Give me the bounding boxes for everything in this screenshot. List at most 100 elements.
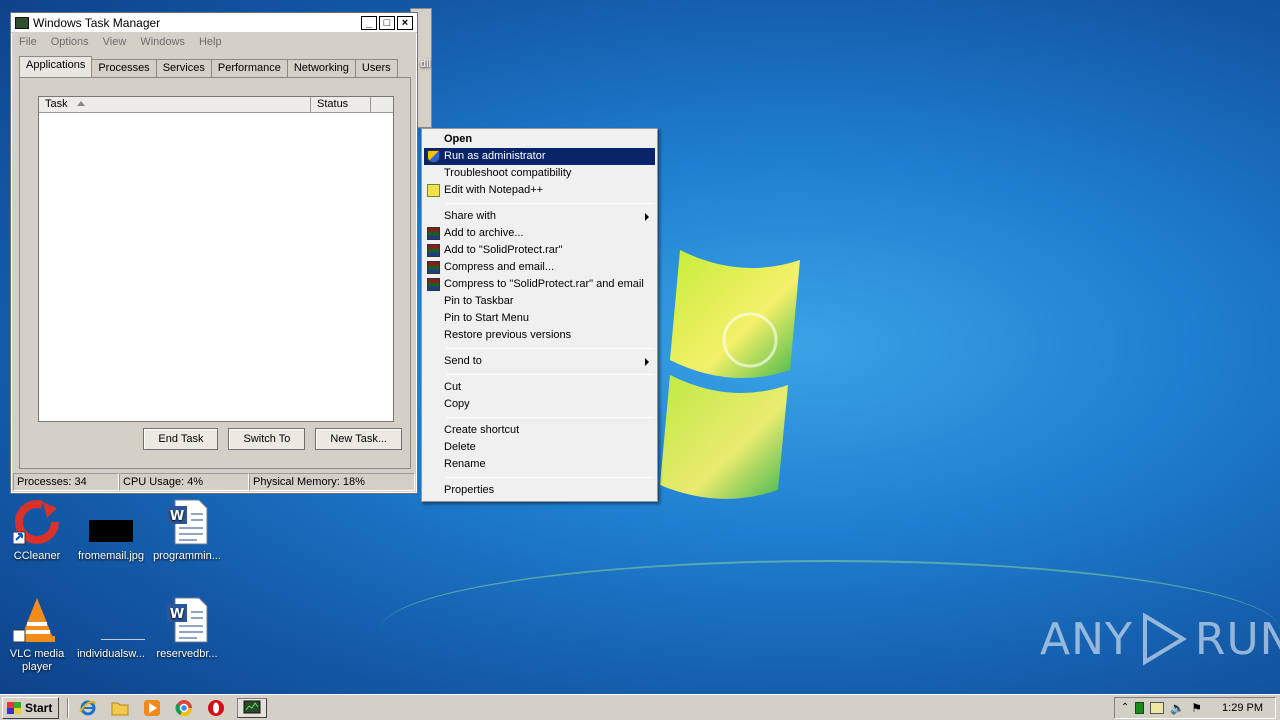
status-cpu-usage: CPU Usage: 4% — [119, 473, 249, 491]
menu-item-open[interactable]: Open — [424, 131, 655, 148]
network-status-icon[interactable] — [1135, 701, 1145, 714]
background-window-label: dll — [420, 58, 432, 70]
minimize-button[interactable]: _ — [361, 15, 377, 30]
menu-item-edit-with-notepad[interactable]: Edit with Notepad++ — [424, 182, 655, 199]
menu-separator — [446, 477, 653, 478]
menu-item-properties[interactable]: Properties — [424, 482, 655, 499]
switch-to-button[interactable]: Switch To — [228, 428, 306, 450]
tab-networking[interactable]: Networking — [286, 59, 356, 77]
task-manager-app-icon — [15, 16, 29, 29]
shield-icon — [427, 150, 440, 163]
svg-text:W: W — [170, 607, 184, 622]
blank-file-icon — [87, 596, 145, 644]
desktop-icon-vlc[interactable]: VLC media player — [0, 596, 74, 674]
task-manager-window[interactable]: Windows Task Manager _ □ × File Options … — [10, 12, 418, 494]
submenu-arrow-icon — [645, 358, 649, 366]
tab-services[interactable]: Services — [155, 59, 212, 77]
tab-users[interactable]: Users — [354, 59, 398, 77]
maximize-button[interactable]: □ — [379, 15, 395, 30]
desktop-icon-reservedbr[interactable]: W reservedbr... — [150, 596, 224, 661]
task-list[interactable]: Task Status — [38, 96, 394, 422]
windows-logo-icon — [7, 701, 21, 714]
menu-separator — [446, 417, 653, 418]
menu-item-create-shortcut[interactable]: Create shortcut — [424, 422, 655, 439]
status-physical-memory: Physical Memory: 18% — [249, 473, 415, 491]
new-task-button[interactable]: New Task... — [315, 428, 402, 450]
applications-panel: Task Status End Task Switch To New Task.… — [19, 77, 411, 469]
menu-bar: File Options View Windows Help — [11, 33, 417, 51]
clock[interactable]: 1:29 PM — [1222, 702, 1263, 714]
submenu-arrow-icon — [645, 213, 649, 221]
menu-item-compress-to-rar-and-email[interactable]: Compress to "SolidProtect.rar" and email — [424, 276, 655, 293]
menu-item-run-as-administrator[interactable]: Run as administrator — [424, 148, 655, 165]
menu-item-send-to[interactable]: Send to — [424, 353, 655, 370]
word-document-icon: W — [163, 596, 211, 644]
volume-icon[interactable]: 🔈 — [1170, 701, 1185, 715]
vlc-icon — [12, 596, 61, 644]
explorer-folder-icon[interactable] — [109, 698, 131, 718]
tab-performance[interactable]: Performance — [210, 59, 288, 77]
taskbar-divider — [67, 697, 70, 718]
menu-item-pin-to-taskbar[interactable]: Pin to Taskbar — [424, 293, 655, 310]
menu-options[interactable]: Options — [51, 36, 89, 48]
menu-item-share-with[interactable]: Share with — [424, 208, 655, 225]
column-header-task[interactable]: Task — [39, 97, 311, 112]
opera-icon[interactable] — [205, 698, 227, 718]
anyrun-watermark: ANY RUN — [1040, 612, 1280, 666]
menu-file[interactable]: File — [19, 36, 37, 48]
image-file-icon — [87, 498, 135, 546]
menu-item-copy[interactable]: Copy — [424, 396, 655, 413]
menu-view[interactable]: View — [103, 36, 127, 48]
sort-ascending-icon — [77, 101, 85, 106]
menu-item-cut[interactable]: Cut — [424, 379, 655, 396]
notepad-plus-plus-icon — [427, 184, 440, 197]
menu-separator — [446, 203, 653, 204]
desktop-icon-ccleaner[interactable]: CCleaner — [0, 498, 74, 563]
tab-applications[interactable]: Applications — [19, 56, 93, 78]
winrar-icon — [427, 227, 440, 240]
chrome-icon[interactable] — [173, 698, 195, 718]
action-center-icon[interactable] — [1150, 701, 1165, 714]
task-actions: End Task Switch To New Task... — [143, 428, 402, 450]
task-list-header: Task Status — [39, 97, 393, 113]
ccleaner-icon — [12, 498, 61, 546]
start-button[interactable]: Start — [2, 696, 60, 719]
media-player-icon[interactable] — [141, 698, 163, 718]
system-tray: ⌃ 🔈 ⚑ 1:29 PM — [1113, 696, 1276, 719]
desktop-icon-programmin[interactable]: W programmin... — [150, 498, 224, 563]
menu-separator — [446, 374, 653, 375]
desktop-icon-fromemail[interactable]: fromemail.jpg — [74, 498, 148, 563]
winrar-icon — [427, 244, 440, 257]
menu-help[interactable]: Help — [199, 36, 222, 48]
tab-strip: Applications Processes Services Performa… — [19, 56, 398, 78]
column-header-status[interactable]: Status — [311, 97, 371, 112]
winrar-icon — [427, 278, 440, 291]
menu-item-compress-and-email[interactable]: Compress and email... — [424, 259, 655, 276]
menu-item-rename[interactable]: Rename — [424, 456, 655, 473]
play-logo-icon — [1142, 612, 1187, 666]
flag-icon[interactable]: ⚑ — [1191, 701, 1202, 715]
tab-processes[interactable]: Processes — [91, 59, 157, 77]
pinned-apps — [77, 697, 268, 718]
taskbar: Start ⌃ 🔈 ⚑ 1:29 PM — [0, 694, 1280, 720]
menu-item-pin-to-start-menu[interactable]: Pin to Start Menu — [424, 310, 655, 327]
desktop-icon-individualsw[interactable]: individualsw... — [74, 596, 148, 661]
word-document-icon: W — [163, 498, 211, 546]
menu-item-restore-previous-versions[interactable]: Restore previous versions — [424, 327, 655, 344]
show-hidden-icons-icon[interactable]: ⌃ — [1121, 702, 1129, 713]
menu-item-add-to-rar[interactable]: Add to "SolidProtect.rar" — [424, 242, 655, 259]
menu-windows[interactable]: Windows — [140, 36, 185, 48]
close-button[interactable]: × — [397, 15, 413, 30]
menu-item-troubleshoot-compatibility[interactable]: Troubleshoot compatibility — [424, 165, 655, 182]
end-task-button[interactable]: End Task — [143, 428, 219, 450]
menu-item-delete[interactable]: Delete — [424, 439, 655, 456]
task-manager-icon[interactable] — [237, 697, 268, 718]
internet-explorer-icon[interactable] — [77, 698, 99, 718]
context-menu[interactable]: Open Run as administrator Troubleshoot c… — [421, 128, 658, 502]
task-manager-title-bar[interactable]: Windows Task Manager _ □ × — [11, 13, 417, 33]
menu-separator — [446, 348, 653, 349]
status-bar: Processes: 34 CPU Usage: 4% Physical Mem… — [13, 473, 415, 491]
windows-flag-wallpaper — [660, 250, 800, 499]
winrar-icon — [427, 261, 440, 274]
menu-item-add-to-archive[interactable]: Add to archive... — [424, 225, 655, 242]
